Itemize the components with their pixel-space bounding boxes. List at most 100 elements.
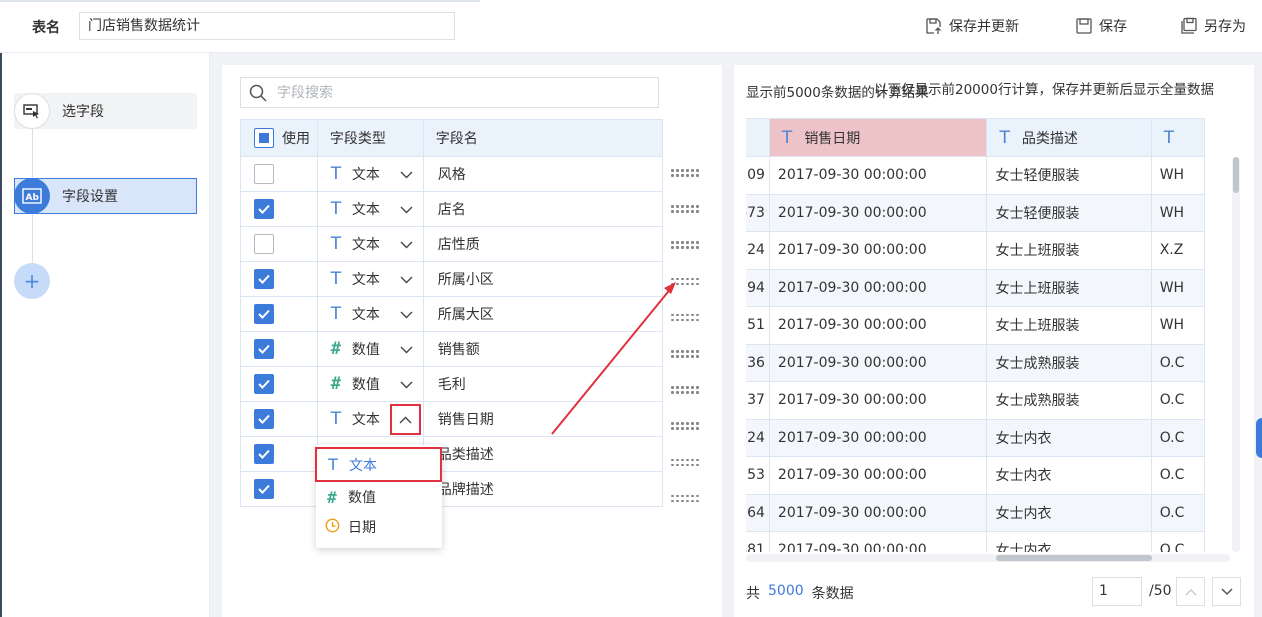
preview-brand-cell: O.C xyxy=(1150,493,1206,532)
field-use-checkbox[interactable] xyxy=(254,444,274,464)
drag-handle-icon[interactable] xyxy=(671,494,701,505)
chevron-down-icon xyxy=(400,346,413,353)
preview-row: 4242017-09-30 00:00:00女士上班服装X.Z xyxy=(746,231,1206,270)
preview-table: T 销售日期 T 品类描述 T 09 2017-09-30 00:00:00 女… xyxy=(746,118,1206,552)
field-type-dropdown-toggle[interactable] xyxy=(392,302,422,327)
preview-date-cell: 2017-09-30 00:00:00 xyxy=(768,381,988,420)
col-type-label: 字段类型 xyxy=(329,131,386,147)
clock-icon xyxy=(324,518,340,537)
select-all-checkbox[interactable] xyxy=(254,128,274,148)
preview-brand-cell: WH xyxy=(1150,193,1206,232)
preview-date-cell: 2017-09-30 00:00:00 xyxy=(768,268,988,307)
step-panel: 选字段 Ab 字段设置 + xyxy=(0,53,210,617)
drag-handle-icon[interactable] xyxy=(671,422,701,432)
plus-icon: + xyxy=(23,269,41,293)
field-type-cell: T 文本 xyxy=(316,156,424,192)
field-use-checkbox[interactable] xyxy=(254,339,274,359)
step-field-settings[interactable]: Ab 字段设置 xyxy=(14,178,197,214)
vertical-scroll-thumb[interactable] xyxy=(1233,157,1239,193)
table-name-input[interactable]: 门店销售数据统计 xyxy=(79,12,455,40)
field-use-checkbox[interactable] xyxy=(254,374,274,394)
drag-handle-icon[interactable] xyxy=(671,205,701,215)
preview-row: 3942017-09-30 00:00:00女士上班服装WH xyxy=(746,268,1206,307)
preview-col-category-header[interactable]: T 品类描述 xyxy=(986,118,1152,157)
drag-handle-icon[interactable] xyxy=(671,458,701,469)
floating-helper-widget[interactable] xyxy=(1256,418,1262,458)
preview-id-cell: 337 xyxy=(746,381,770,420)
drag-handle-icon[interactable] xyxy=(671,350,701,360)
field-use-checkbox[interactable] xyxy=(254,479,274,499)
field-use-checkbox[interactable] xyxy=(254,199,274,219)
field-name-cell: 所属大区 xyxy=(422,296,664,332)
save-and-update-button[interactable]: 保存并更新 xyxy=(925,16,1019,36)
chevron-down-icon xyxy=(400,206,413,213)
preview-id-cell: 136 xyxy=(746,343,770,382)
field-type-dropdown-toggle[interactable] xyxy=(392,337,422,362)
field-type-cell: # 数值 xyxy=(316,331,424,367)
preview-note-overlap: 以下仅显示前20000行计算，保存并更新后显示全量数据 xyxy=(874,82,1214,98)
drag-handle-icon[interactable] xyxy=(671,241,701,251)
horizontal-scroll-thumb[interactable] xyxy=(996,555,1152,561)
add-step-button[interactable]: + xyxy=(14,263,50,299)
field-search-input[interactable] xyxy=(275,83,639,102)
drag-handle-icon[interactable] xyxy=(671,313,701,324)
preview-date-cell: 2017-09-30 00:00:00 xyxy=(768,306,988,345)
col-name-header: 字段名 xyxy=(422,119,664,157)
chevron-down-icon xyxy=(400,276,413,283)
save-update-icon xyxy=(926,18,941,34)
preview-row: 1512017-09-30 00:00:00女士上班服装WH xyxy=(746,306,1206,345)
drag-handle-icon[interactable] xyxy=(671,386,701,396)
preview-id-cell: 481 xyxy=(746,531,770,552)
field-use-checkbox[interactable] xyxy=(254,269,274,289)
check-icon xyxy=(258,484,270,494)
field-type-dropdown-toggle[interactable] xyxy=(392,267,422,292)
field-use-checkbox[interactable] xyxy=(254,164,274,184)
field-type-dropdown-toggle[interactable] xyxy=(392,162,422,187)
type-option-text[interactable]: T 文本 xyxy=(315,447,442,482)
field-use-checkbox[interactable] xyxy=(254,234,274,254)
prev-page-button[interactable] xyxy=(1176,577,1205,606)
page-number-input[interactable]: 1 xyxy=(1092,577,1142,606)
field-row: # 数值 销售额 xyxy=(240,331,664,367)
preview-col-date-header[interactable]: T 销售日期 xyxy=(768,118,988,157)
field-type-cell: T 文本 xyxy=(316,226,424,262)
save-button[interactable]: 保存 xyxy=(1075,16,1127,36)
field-use-checkbox[interactable] xyxy=(254,409,274,429)
preview-row: 7532017-09-30 00:00:00女士内衣O.C xyxy=(746,456,1206,495)
field-row: T 文本 销售日期 xyxy=(240,401,664,437)
vertical-scrollbar[interactable] xyxy=(1232,157,1240,552)
horizontal-scrollbar[interactable] xyxy=(746,554,1230,562)
field-type-dropdown-toggle[interactable] xyxy=(392,197,422,222)
text-type-icon: T xyxy=(330,163,342,184)
total-suffix: 条数据 xyxy=(811,586,854,602)
field-type-dropdown-toggle[interactable] xyxy=(392,372,422,397)
preview-id-cell: 673 xyxy=(746,193,770,232)
preview-brand-cell: X.Z xyxy=(1150,231,1206,270)
drag-handle-icon[interactable] xyxy=(671,169,701,179)
chevron-down-icon xyxy=(400,171,413,178)
field-use-cell xyxy=(240,261,318,297)
next-page-button[interactable] xyxy=(1212,577,1241,606)
preview-category-cell: 女士轻便服装 xyxy=(986,156,1152,195)
text-type-icon: T xyxy=(330,268,342,289)
field-type-dropdown-toggle[interactable] xyxy=(389,404,421,435)
text-type-icon: T xyxy=(330,233,342,254)
type-option-number[interactable]: # 数值 xyxy=(316,482,442,512)
preview-id-cell: 164 xyxy=(746,493,770,532)
field-use-checkbox[interactable] xyxy=(254,304,274,324)
field-search[interactable] xyxy=(240,77,659,108)
chevron-down-icon xyxy=(400,241,413,248)
save-as-button[interactable]: 另存为 xyxy=(1180,16,1246,36)
preview-col-brand-header[interactable]: T xyxy=(1150,118,1206,157)
step-select-fields[interactable]: 选字段 xyxy=(14,93,197,129)
field-use-cell xyxy=(240,331,318,367)
preview-table-viewport[interactable]: T 销售日期 T 品类描述 T 09 2017-09-30 00:00:00 女… xyxy=(746,118,1230,552)
field-type-dropdown-toggle[interactable] xyxy=(392,232,422,257)
preview-category-cell: 女士内衣 xyxy=(986,418,1152,457)
preview-category-cell: 女士上班服装 xyxy=(986,306,1152,345)
drag-handle-icon[interactable] xyxy=(671,277,701,288)
save-label: 保存 xyxy=(1099,19,1127,35)
save-and-update-label: 保存并更新 xyxy=(949,19,1019,35)
svg-text:Ab: Ab xyxy=(26,193,40,203)
type-option-date[interactable]: 日期 xyxy=(316,512,442,542)
